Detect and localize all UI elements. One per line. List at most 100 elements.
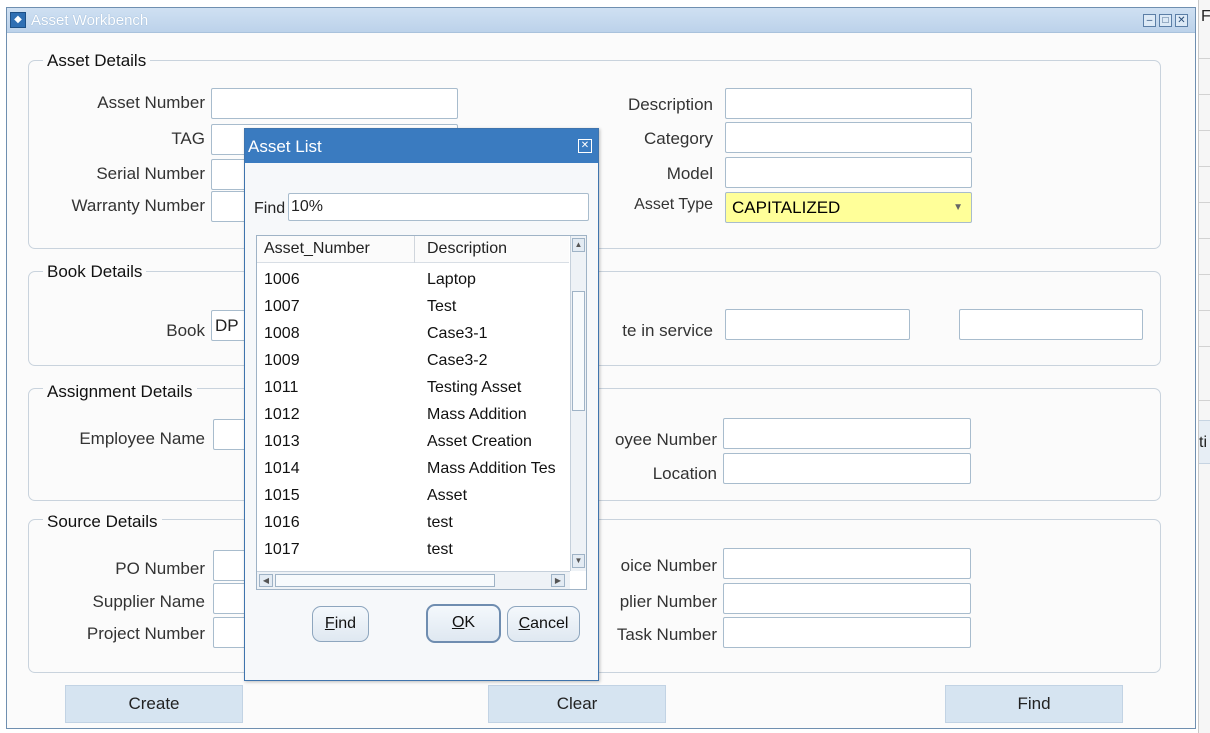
asset-number-cell: 1016 (264, 514, 300, 531)
asset-number-cell: 1008 (264, 325, 300, 342)
list-item[interactable]: 1012 Mass Addition (264, 401, 574, 428)
mnemonic: O (451, 614, 465, 631)
category-input[interactable] (725, 122, 972, 153)
description-cell: Case3-2 (427, 352, 488, 369)
asset-number-cell: 1011 (264, 379, 299, 396)
list-item[interactable]: 1011 Testing Asset (264, 374, 574, 401)
date-in-service-input[interactable] (725, 309, 910, 340)
background-window-button[interactable]: ti (1199, 420, 1210, 464)
list-item[interactable]: 1008 Case3-1 (264, 320, 574, 347)
description-cell: Test (427, 298, 457, 315)
description-cell: Testing Asset (427, 379, 522, 396)
source-details-title: Source Details (43, 512, 162, 532)
dialog-titlebar[interactable]: Asset List ✕ (245, 129, 598, 163)
button-label: K (464, 614, 476, 631)
dialog-cancel-button[interactable]: Cancel (507, 606, 580, 642)
vertical-scrollbar[interactable]: ▲ ▼ (570, 236, 586, 571)
dialog-ok-button[interactable]: OK (426, 604, 501, 643)
list-item[interactable]: 1014 Mass Addition Tes (264, 455, 574, 482)
model-input[interactable] (725, 157, 972, 188)
book-details-title: Book Details (43, 262, 147, 282)
list-item[interactable]: 1017 test (264, 536, 574, 563)
scroll-left-icon[interactable]: ◀ (259, 574, 273, 587)
description-cell: test (427, 514, 453, 531)
hscroll-thumb[interactable] (275, 574, 495, 587)
list-item[interactable]: 1015 Asset (264, 482, 574, 509)
mnemonic: C (518, 615, 531, 632)
supplier-number-input[interactable] (723, 583, 971, 614)
asset-number-cell: 1015 (264, 487, 300, 504)
warranty-number-label: Warranty Number (71, 196, 205, 215)
horizontal-scrollbar[interactable]: ◀ ▶ (257, 571, 570, 589)
description-cell: Mass Addition (427, 406, 527, 423)
background-window-strip: F ti (1198, 0, 1210, 733)
description-cell: Asset Creation (427, 433, 532, 450)
button-label: ancel (530, 615, 569, 632)
mnemonic: F (324, 615, 335, 632)
asset-list: Asset_Number Description 1006 Laptop 1007… (256, 235, 587, 590)
scroll-thumb[interactable] (572, 291, 585, 411)
tag-label: TAG (171, 129, 205, 148)
list-item[interactable]: 1013 Asset Creation (264, 428, 574, 455)
divider (1199, 58, 1210, 59)
asset-number-label: Asset Number (97, 93, 205, 112)
date-in-service-to-input[interactable] (959, 309, 1143, 340)
employee-name-label: Employee Name (79, 429, 205, 448)
scroll-down-icon[interactable]: ▼ (572, 554, 585, 568)
project-number-label: Project Number (86, 624, 205, 643)
find-button[interactable]: Find (945, 685, 1123, 723)
asset-number-cell: 1012 (264, 406, 300, 423)
clear-button[interactable]: Clear (488, 685, 666, 723)
find-label: Find (254, 200, 286, 217)
divider (1199, 238, 1210, 239)
list-item[interactable]: 1016 test (264, 509, 574, 536)
close-icon[interactable]: ✕ (1175, 14, 1188, 27)
asset-number-cell: 1009 (264, 352, 300, 369)
description-cell: Laptop (427, 271, 476, 288)
divider (1199, 130, 1210, 131)
asset-number-cell: 1014 (264, 460, 300, 477)
divider (1199, 346, 1210, 347)
find-input[interactable]: 10% (288, 193, 589, 221)
asset-type-value: CAPITALIZED (732, 198, 841, 217)
scroll-right-icon[interactable]: ▶ (551, 574, 565, 587)
background-window-glyph: F (1201, 8, 1210, 25)
maximize-icon[interactable]: □ (1159, 14, 1172, 27)
divider (1199, 310, 1210, 311)
asset-number-input[interactable] (211, 88, 458, 119)
column-header-description[interactable]: Description (427, 240, 507, 258)
scroll-up-icon[interactable]: ▲ (572, 238, 585, 252)
list-header: Asset_Number Description (257, 236, 569, 263)
list-item[interactable]: 1009 Case3-2 (264, 347, 574, 374)
description-cell: Mass Addition Tes (427, 460, 556, 477)
create-button[interactable]: Create (65, 685, 243, 723)
book-value: DP (215, 316, 239, 335)
asset-number-cell: 1007 (264, 298, 300, 315)
divider (1199, 166, 1210, 167)
location-input[interactable] (723, 453, 971, 484)
asset-type-select[interactable]: CAPITALIZED ▼ (725, 192, 972, 223)
chevron-down-icon: ▼ (953, 202, 963, 213)
divider (1199, 94, 1210, 95)
app-icon: ◆ (10, 12, 26, 28)
window-titlebar[interactable]: ◆ Asset Workbench ‒ □ ✕ (7, 8, 1195, 33)
dialog-find-button[interactable]: Find (312, 606, 369, 642)
asset-number-cell: 1006 (264, 271, 300, 288)
serial-number-label: Serial Number (96, 164, 205, 183)
list-item[interactable]: 1007 Test (264, 293, 574, 320)
asset-list-dialog: Asset List ✕ Find 10% Asset_Number Descr… (244, 128, 599, 681)
list-item[interactable]: 1006 Laptop (264, 266, 574, 293)
dialog-title: Asset List (248, 137, 322, 156)
invoice-number-input[interactable] (723, 548, 971, 579)
task-number-input[interactable] (723, 617, 971, 648)
asset-details-title: Asset Details (43, 51, 151, 71)
description-cell: Case3-1 (427, 325, 488, 342)
description-cell: Asset (427, 487, 468, 504)
description-input[interactable] (725, 88, 972, 119)
divider (1199, 400, 1210, 401)
minimize-icon[interactable]: ‒ (1143, 14, 1156, 27)
assignment-details-title: Assignment Details (43, 382, 197, 402)
dialog-close-icon[interactable]: ✕ (578, 139, 592, 153)
column-header-asset-number[interactable]: Asset_Number (264, 240, 370, 258)
employee-number-input[interactable] (723, 418, 971, 449)
